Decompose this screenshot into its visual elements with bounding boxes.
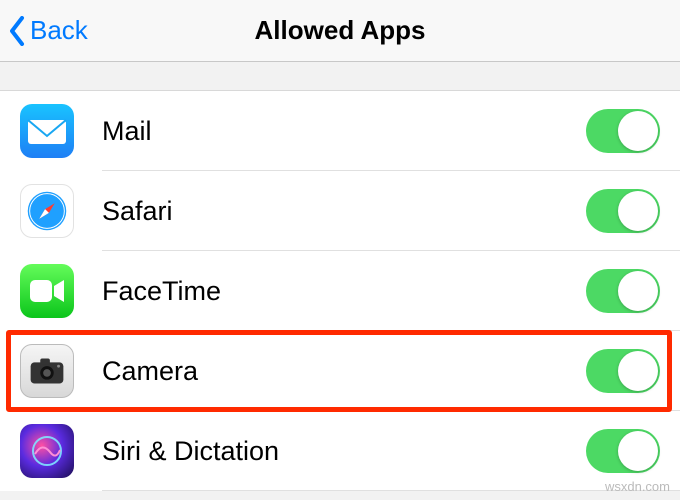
navbar: Back Allowed Apps [0,0,680,62]
allowed-apps-list: Mail Safari FaceTime Camera Siri & Dicta… [0,90,680,491]
facetime-icon [20,264,74,318]
watermark: wsxdn.com [605,479,670,494]
toggle-safari[interactable] [586,189,660,233]
mail-icon [20,104,74,158]
back-button[interactable]: Back [8,15,88,46]
list-item: Siri & Dictation [0,411,680,491]
list-item: Safari [0,171,680,251]
list-item: Camera [0,331,680,411]
app-label: Siri & Dictation [102,436,586,467]
page-title: Allowed Apps [0,15,680,46]
camera-icon [20,344,74,398]
toggle-knob [618,191,658,231]
toggle-siri[interactable] [586,429,660,473]
list-item: FaceTime [0,251,680,331]
list-item: Mail [0,91,680,171]
divider [102,490,680,491]
toggle-camera[interactable] [586,349,660,393]
toggle-knob [618,431,658,471]
toggle-mail[interactable] [586,109,660,153]
safari-icon [20,184,74,238]
toggle-facetime[interactable] [586,269,660,313]
toggle-knob [618,111,658,151]
app-label: Camera [102,356,586,387]
chevron-left-icon [8,16,26,46]
toggle-knob [618,351,658,391]
toggle-knob [618,271,658,311]
app-label: Mail [102,116,586,147]
app-label: Safari [102,196,586,227]
app-label: FaceTime [102,276,586,307]
back-label: Back [30,15,88,46]
siri-icon [20,424,74,478]
